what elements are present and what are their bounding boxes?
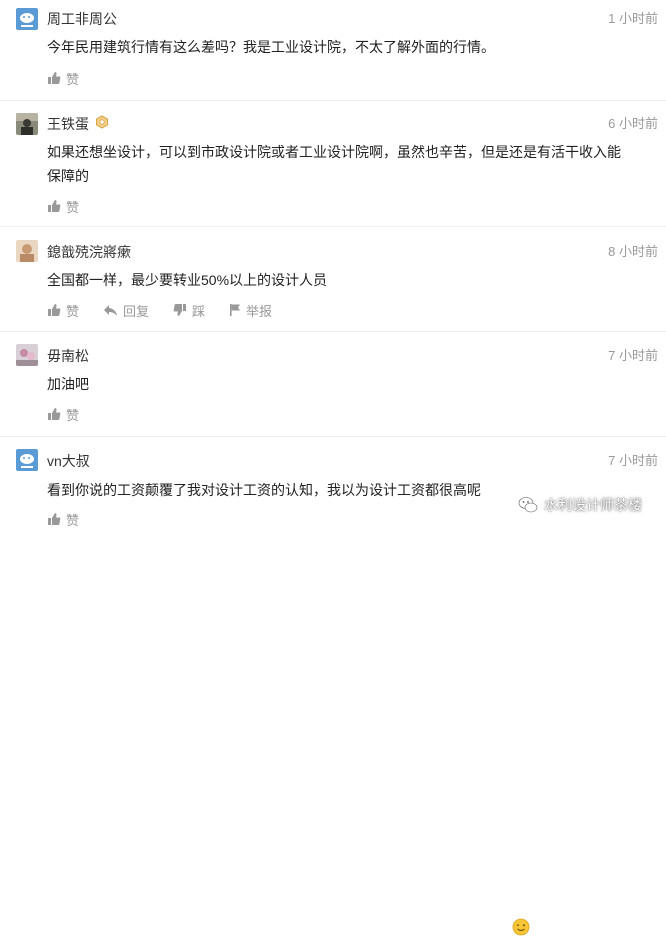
username[interactable]: 毋南松 xyxy=(47,347,89,365)
comment-actions: 赞 xyxy=(47,68,103,88)
like-button[interactable]: 赞 xyxy=(47,301,79,320)
avatar[interactable] xyxy=(16,449,38,471)
thumbs-up-icon xyxy=(48,304,61,316)
thumbs-up-icon xyxy=(48,513,61,525)
avatar-photo-icon xyxy=(16,344,38,366)
timestamp: 6 小时前 xyxy=(608,116,658,131)
avatar-photo-icon xyxy=(16,113,38,135)
report-label: 举报 xyxy=(246,303,273,319)
avatar[interactable] xyxy=(16,240,38,262)
avatar[interactable] xyxy=(16,8,38,30)
like-label: 赞 xyxy=(66,407,80,423)
comment-text-line-1: 如果还想坐设计，可以到市政设计院或者工业设计院啊，虽然也辛苦，但是还是有活干收入… xyxy=(47,144,621,160)
comment-text: 全国都一样，最少要转业50%以上的设计人员 xyxy=(47,272,328,288)
comment-actions: 赞 回复 踩 举报 xyxy=(47,300,296,320)
like-button[interactable]: 赞 xyxy=(47,197,79,216)
comment-text: 今年民用建筑行情有这么差吗？我是工业设计院，不太了解外面的行情。 xyxy=(47,39,495,55)
thumbs-down-icon xyxy=(173,304,187,316)
comment-item: 王铁蛋 6 小时前 如果还想坐设计，可以到市政设计院或者工业设计院啊，虽然也辛苦… xyxy=(0,101,666,225)
timestamp: 7 小时前 xyxy=(608,453,658,468)
comment-text: 加油吧 xyxy=(47,376,89,392)
avatar-default-icon xyxy=(16,449,38,471)
like-label: 赞 xyxy=(66,199,80,215)
thumbs-up-icon xyxy=(48,408,61,420)
username[interactable]: vn大叔 xyxy=(47,452,90,470)
like-button[interactable]: 赞 xyxy=(47,69,79,88)
comment-item: 鎴戠殑浣嶈瘶 8 小时前 全国都一样，最少要转业50%以上的设计人员 赞 回复 … xyxy=(0,227,666,331)
thumbs-up-icon xyxy=(48,72,61,84)
like-label: 赞 xyxy=(66,303,80,319)
comment-actions: 赞 xyxy=(47,509,103,529)
avatar-photo-icon xyxy=(16,240,38,262)
watermark-label: 水利设计师茶楼 xyxy=(544,497,642,513)
dislike-button[interactable]: 踩 xyxy=(173,301,205,320)
like-button[interactable]: 赞 xyxy=(47,405,79,424)
like-button[interactable]: 赞 xyxy=(47,510,79,529)
flag-icon xyxy=(230,304,241,316)
report-button[interactable]: 举报 xyxy=(229,301,272,320)
avatar-default-icon xyxy=(16,8,38,30)
timestamp: 7 小时前 xyxy=(608,348,658,363)
watermark: 水利设计师茶楼 xyxy=(518,495,642,515)
like-label: 赞 xyxy=(66,71,80,87)
like-label: 赞 xyxy=(66,512,80,528)
reply-arrow-icon xyxy=(104,304,118,316)
username-text: 王铁蛋 xyxy=(47,116,89,132)
comment-item: 毋南松 7 小时前 加油吧 赞 xyxy=(0,332,666,436)
avatar[interactable] xyxy=(16,344,38,366)
reply-button[interactable]: 回复 xyxy=(103,301,149,320)
reply-label: 回复 xyxy=(123,303,150,319)
dislike-label: 踩 xyxy=(192,303,206,319)
avatar[interactable] xyxy=(16,113,38,135)
thumbs-up-icon xyxy=(48,200,61,212)
comment-text-line-2: 保障的 xyxy=(47,168,89,184)
timestamp: 8 小时前 xyxy=(608,244,658,259)
username[interactable]: 周工非周公 xyxy=(47,10,117,28)
wink-emoji-icon xyxy=(512,918,530,936)
comment-actions: 赞 xyxy=(47,404,103,424)
comment-actions: 赞 xyxy=(47,196,103,216)
wechat-icon xyxy=(518,497,538,513)
medal-icon xyxy=(95,115,109,133)
timestamp: 1 小时前 xyxy=(608,11,658,26)
comment-item: vn大叔 7 小时前 看到你说的工资颠覆了我对设计工资的认知，我以为设计工资都很… xyxy=(0,437,666,936)
comment-item: 周工非周公 1 小时前 今年民用建筑行情有这么差吗？我是工业设计院，不太了解外面… xyxy=(0,0,666,100)
username[interactable]: 王铁蛋 xyxy=(47,115,109,133)
username[interactable]: 鎴戠殑浣嶈瘶 xyxy=(47,243,131,261)
